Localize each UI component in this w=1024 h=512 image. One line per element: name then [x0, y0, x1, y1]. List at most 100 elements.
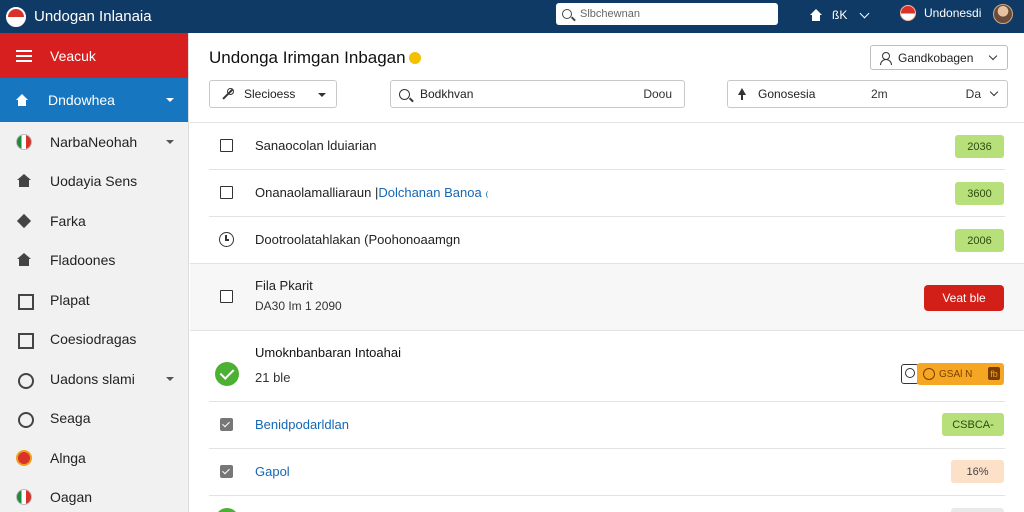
sidebar-item-label: NarbaNeohah: [50, 133, 138, 150]
language-toggle[interactable]: ßK: [832, 8, 847, 22]
list-item[interactable]: Gapol 16%: [190, 449, 1024, 495]
list-item[interactable]: Benidpodarldlan CSBCA-: [190, 402, 1024, 448]
sidebar-item-label: Alnga: [50, 449, 86, 466]
main-content: Undonga Irimgan Inbagan Gandkobagen Slec…: [190, 33, 1024, 512]
sidebar-item[interactable]: Alnga: [0, 438, 188, 478]
action-button[interactable]: Veat ble: [924, 285, 1004, 311]
caret-down-icon: [166, 98, 174, 102]
row-title: Fila Pkarit: [255, 278, 313, 293]
sidebar-item[interactable]: Oagan: [0, 478, 188, 512]
brand[interactable]: Undogan Inlanaia: [0, 6, 300, 27]
filter-search-suffix: Doou: [643, 87, 672, 101]
user-name: Undonesdi: [924, 6, 982, 20]
home-icon[interactable]: [810, 9, 822, 21]
flag-icon: [16, 133, 32, 150]
chevron-down-icon: [989, 87, 999, 97]
diamond-icon: [16, 213, 32, 229]
clock-icon[interactable]: [219, 232, 234, 247]
sidebar-item[interactable]: Seaga: [0, 399, 188, 439]
status-badge: 16%: [951, 460, 1004, 483]
red-flag-icon: [16, 449, 32, 466]
location-select[interactable]: Gonosesia 2m Da: [727, 80, 1008, 108]
sidebar-item[interactable]: Coesiodragas: [0, 320, 188, 360]
sidebar-header[interactable]: Veacuk: [0, 33, 188, 78]
row-text: Onanaolamalliaraun |Dolchanan Banoa ₍: [255, 185, 489, 201]
sidebar-item-label: Farka: [50, 212, 86, 229]
filter-search-value: Bodkhvan: [420, 87, 474, 101]
sidebar-item[interactable]: NarbaNeohah: [0, 122, 188, 162]
circle-icon: [16, 410, 34, 429]
sidebar-item[interactable]: Fladoones: [0, 241, 188, 281]
location-select-mid: 2m: [871, 87, 888, 101]
caret-down-icon: [166, 376, 174, 381]
row-link-suffix: ₍: [481, 185, 489, 200]
info-icon[interactable]: [408, 52, 421, 64]
list-item-highlight[interactable]: Fila Pkarit DA30 Im 1 2090 Veat ble: [190, 264, 1024, 330]
row-checkbox[interactable]: [220, 418, 233, 431]
sidebar-item-label: Plapat: [50, 291, 90, 308]
sidebar: Veacuk Dndowhea NarbaNeohah Uodayia Sens…: [0, 33, 189, 512]
caret-down-icon: [166, 139, 174, 144]
row-checkbox[interactable]: [220, 290, 233, 303]
house-icon: [16, 252, 32, 268]
sidebar-header-label: Veacuk: [50, 47, 96, 64]
sidebar-item-active[interactable]: Dndowhea: [0, 78, 188, 122]
search-icon: [562, 9, 572, 19]
home-icon: [16, 94, 28, 106]
account-dropdown[interactable]: Gandkobagen: [870, 45, 1008, 70]
search-bar[interactable]: Slbchewnan: [556, 3, 778, 25]
row-link[interactable]: Benidpodarldlan: [255, 417, 349, 432]
house-icon: [16, 173, 32, 189]
box-icon: [16, 292, 34, 310]
row-checkbox[interactable]: [220, 465, 233, 478]
row-subtitle: DA30 Im 1 2090: [255, 299, 342, 313]
person-icon: [879, 51, 892, 65]
sidebar-item[interactable]: Uodayia Sens: [0, 162, 188, 202]
status-badge: CSBCA-: [942, 413, 1004, 436]
status-pill-end: fb: [988, 367, 1000, 380]
list-item[interactable]: Dootroolatahlakan (Poohonoaamgn 2006: [190, 217, 1024, 263]
row-link[interactable]: Dolchanan Banoa: [378, 185, 481, 200]
list-item-partial[interactable]: [190, 496, 1024, 512]
check-circle-icon: [215, 508, 239, 512]
status-item[interactable]: Umoknbanbaran Intoahai 21 ble GSAl N fb: [190, 331, 1024, 401]
chevron-down-icon[interactable]: [859, 8, 870, 18]
sidebar-item[interactable]: Plapat: [0, 280, 188, 320]
avatar[interactable]: [993, 4, 1013, 24]
filter-select[interactable]: Slecioess: [209, 80, 337, 108]
page-title: Undonga Irimgan Inbagan: [209, 48, 421, 68]
sidebar-item-label: Oagan: [50, 489, 93, 506]
app-title: Undogan Inlanaia: [34, 8, 152, 25]
user-menu[interactable]: Undonesdi: [900, 5, 981, 21]
circle-icon: [16, 371, 34, 389]
sidebar-item[interactable]: Farka: [0, 201, 188, 241]
row-text-main: Onanaolamalliaraun |: [255, 185, 379, 200]
chevron-down-icon: [988, 51, 998, 61]
sidebar-item[interactable]: Uadons slami: [0, 359, 188, 399]
account-dropdown-label: Gandkobagen: [898, 50, 974, 65]
row-link[interactable]: Gapol: [255, 464, 290, 479]
status-pill-label: GSAl N: [939, 368, 973, 380]
page-title-text: Undonga Irimgan Inbagan: [209, 48, 406, 67]
flag-icon: [900, 5, 916, 21]
menu-icon[interactable]: [16, 49, 32, 62]
wrench-icon: [222, 88, 234, 100]
status-badge: 3600: [955, 182, 1004, 205]
pin-icon: [736, 88, 748, 100]
sidebar-item-label: Fladoones: [50, 252, 116, 269]
search-input[interactable]: Slbchewnan: [580, 8, 640, 20]
top-bar: Undogan Inlanaia Slbchewnan ßK Undonesdi: [0, 0, 1024, 33]
row-checkbox[interactable]: [220, 139, 233, 152]
row-checkbox[interactable]: [220, 186, 233, 199]
status-pill[interactable]: GSAl N fb: [917, 363, 1004, 385]
row-subtitle: 21 ble: [255, 370, 291, 385]
sidebar-item-label: Uadons slami: [50, 370, 135, 387]
list-item[interactable]: Onanaolamalliaraun |Dolchanan Banoa ₍ 36…: [190, 170, 1024, 216]
row-text: Dootroolatahlakan (Poohonoaamgn: [255, 232, 461, 247]
sidebar-item-label: Uodayia Sens: [50, 173, 138, 190]
filter-select-label: Slecioess: [244, 87, 296, 101]
location-select-label: Gonosesia: [758, 87, 816, 101]
filter-search-input[interactable]: Bodkhvan Doou: [390, 80, 685, 108]
list-item[interactable]: Sanaocolan lduiarian 2036: [190, 123, 1024, 169]
row-title: Umoknbanbaran Intoahai: [255, 345, 401, 360]
